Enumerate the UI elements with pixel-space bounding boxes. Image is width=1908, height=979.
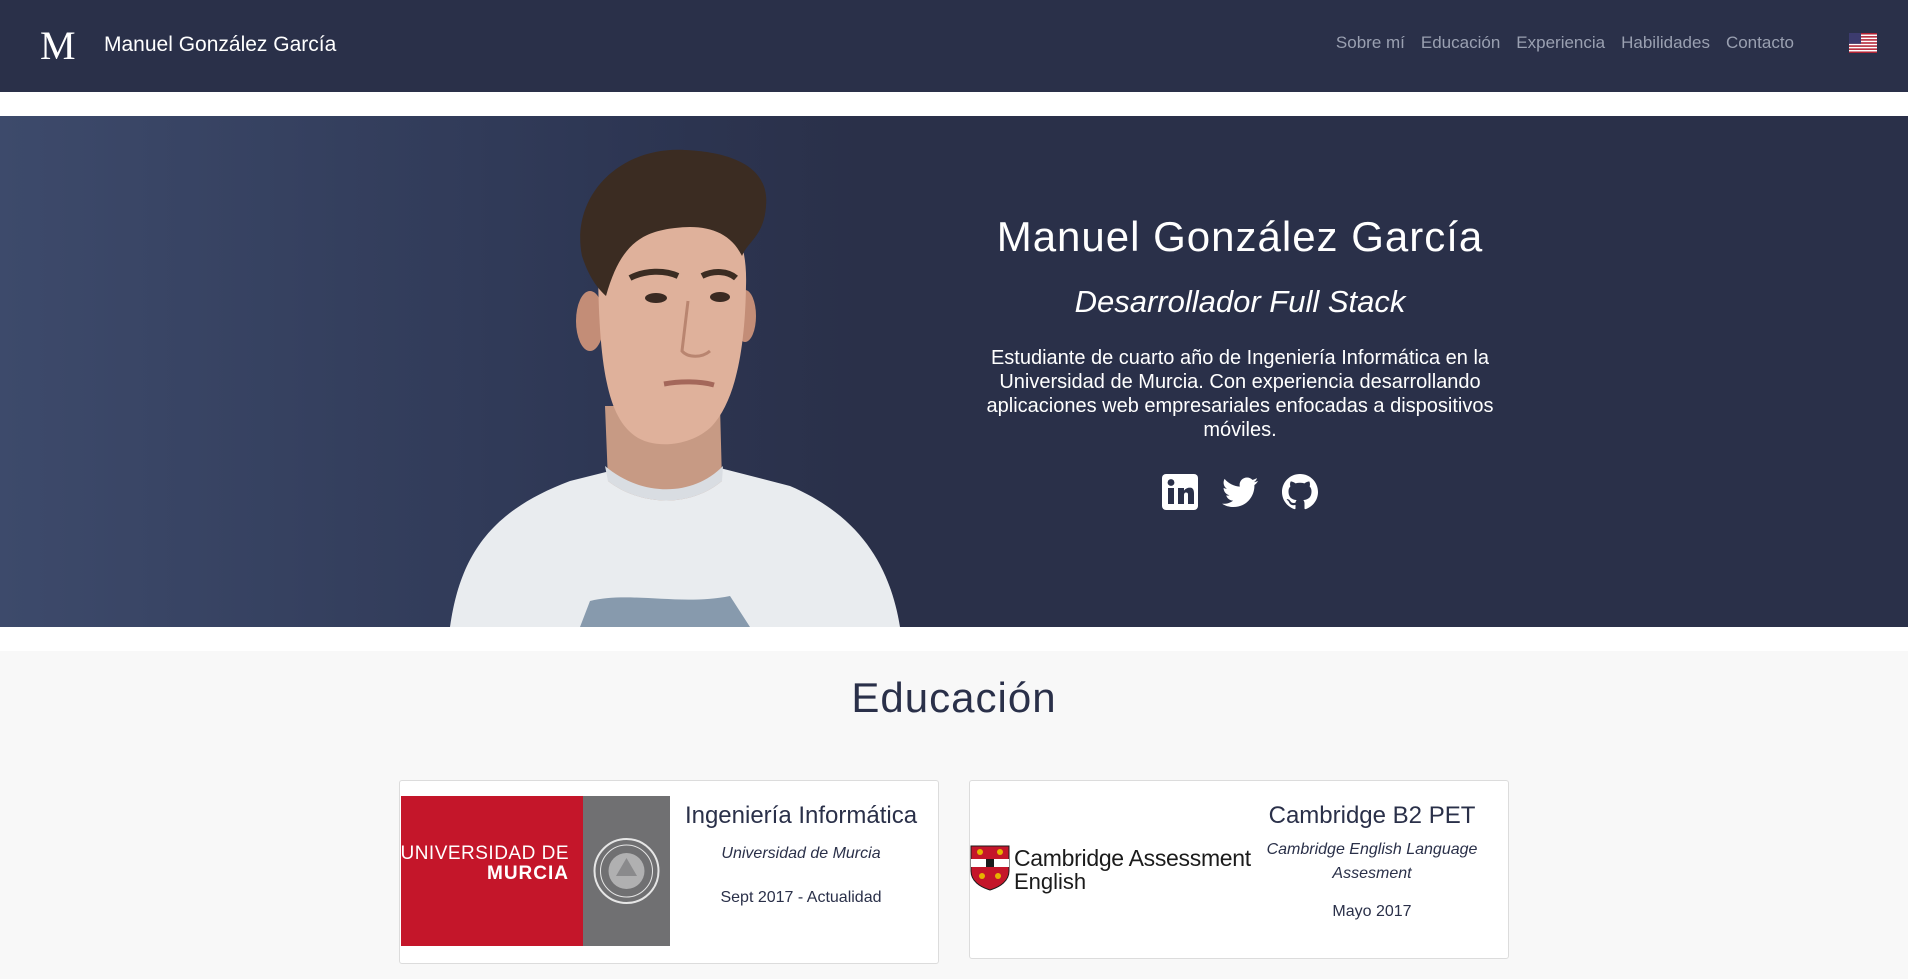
logo-line1: UNIVERSIDAD DE xyxy=(400,843,569,864)
education-card-cambridge: Cambridge Assessment English Cambridge B… xyxy=(969,780,1509,959)
nav-link-habilidades[interactable]: Habilidades xyxy=(1621,32,1710,54)
cambridge-assessment-logo: Cambridge Assessment English xyxy=(970,845,1251,894)
card-body: Ingeniería Informática Universidad de Mu… xyxy=(684,801,918,908)
card-institution: Cambridge English Language Assesment xyxy=(1266,841,1478,882)
nav-links: Sobre mí Educación Experiencia Habilidad… xyxy=(1336,32,1794,54)
nav-link-educacion[interactable]: Educación xyxy=(1421,32,1500,54)
site-brand[interactable]: Manuel González García xyxy=(104,32,336,58)
card-title: Cambridge B2 PET xyxy=(1268,802,1476,829)
github-icon[interactable] xyxy=(1280,472,1320,512)
hero-text: Manuel González García Desarrollador Ful… xyxy=(980,212,1500,512)
logo-line2: English xyxy=(1014,869,1087,894)
social-links xyxy=(980,472,1500,512)
navbar: M Manuel González García Sobre mí Educac… xyxy=(0,0,1908,92)
hero-name: Manuel González García xyxy=(996,213,1484,260)
cambridge-shield-icon xyxy=(970,845,1010,891)
card-institution: Universidad de Murcia xyxy=(721,845,881,862)
education-card-ingenieria: UNIVERSIDAD DE MURCIA Ingeniería Informá… xyxy=(399,780,939,964)
card-body: Cambridge B2 PET Cambridge English Langu… xyxy=(1252,801,1492,922)
hero-description: Estudiante de cuarto año de Ingeniería I… xyxy=(986,347,1494,441)
education-section: Educación UNIVERSIDAD DE MURCIA Ingenier… xyxy=(0,651,1908,979)
universidad-de-murcia-logo: UNIVERSIDAD DE MURCIA xyxy=(400,796,670,946)
hero-section: Manuel González García Desarrollador Ful… xyxy=(0,116,1908,627)
site-logo[interactable]: M xyxy=(40,24,76,68)
education-title: Educación xyxy=(851,674,1057,721)
us-flag-icon[interactable] xyxy=(1849,33,1877,53)
linkedin-icon[interactable] xyxy=(1160,472,1200,512)
university-seal-icon xyxy=(593,838,660,904)
card-title: Ingeniería Informática xyxy=(684,802,918,829)
nav-link-experiencia[interactable]: Experiencia xyxy=(1516,32,1605,54)
card-dates: Sept 2017 - Actualidad xyxy=(720,889,882,906)
nav-link-contacto[interactable]: Contacto xyxy=(1726,32,1794,54)
profile-photo xyxy=(450,149,900,627)
card-dates: Mayo 2017 xyxy=(1332,903,1412,920)
hero-role: Desarrollador Full Stack xyxy=(1074,284,1406,319)
logo-line2: MURCIA xyxy=(487,863,569,884)
nav-link-sobre-mi[interactable]: Sobre mí xyxy=(1336,32,1405,54)
twitter-icon[interactable] xyxy=(1220,472,1260,512)
logo-line1: Cambridge Assessment xyxy=(1014,845,1251,871)
